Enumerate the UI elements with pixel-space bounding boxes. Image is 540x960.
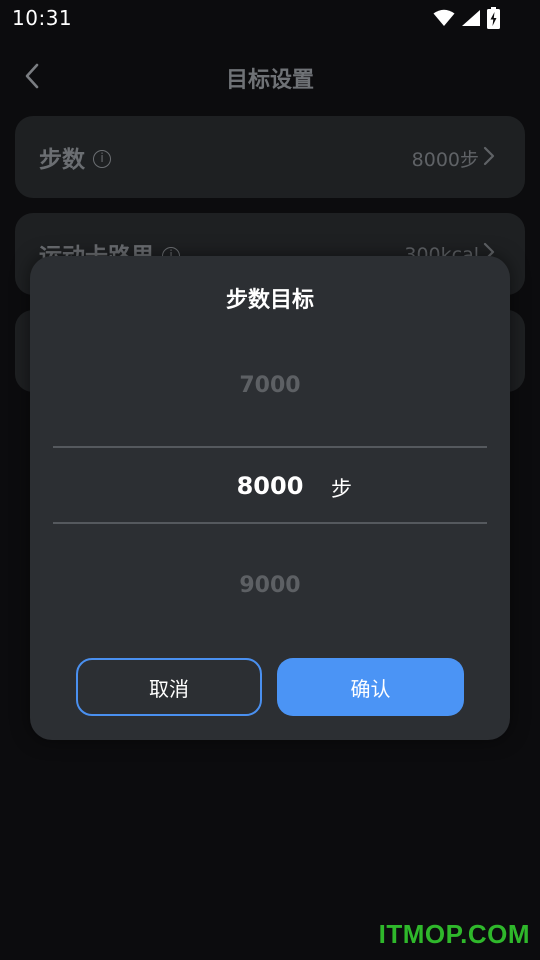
watermark: ITMOP.COM [378,919,530,949]
picker-unit-label: 步 [331,477,352,501]
status-time: 10:31 [12,6,73,30]
wifi-icon [433,9,455,27]
screen: 10:31 目标设置 步数 i 8000步 i 300kcal 步数目标 700… [0,0,540,960]
status-icons [433,7,500,29]
chevron-right-icon [483,146,495,171]
page-title: 目标设置 [225,68,314,93]
dialog-title: 步数目标 [225,288,314,313]
app-bar: 目标设置 [0,48,540,104]
status-bar: 10:31 [0,0,540,36]
picker-option-prev[interactable]: 7000 [30,373,510,398]
steps-goal-value-group: 8000步 [412,145,495,172]
cancel-button[interactable]: 取消 [76,658,262,716]
picker-selected-value[interactable]: 8000 [30,472,510,500]
steps-goal-row[interactable]: 步数 i 8000步 [15,116,525,198]
steps-goal-value: 8000步 [411,149,479,171]
signal-icon [461,9,481,27]
battery-charging-icon [487,7,500,29]
info-icon[interactable]: i [93,149,111,168]
steps-goal-dialog: 步数目标 7000 8000 步 9000 取消 确认 [30,256,510,740]
steps-goal-label: 步数 [39,147,85,173]
confirm-button[interactable]: 确认 [277,658,464,716]
picker-divider-bottom [53,522,487,524]
picker-divider-top [53,446,487,448]
steps-goal-label-group: 步数 i [39,140,111,174]
picker-option-next[interactable]: 9000 [30,573,510,598]
